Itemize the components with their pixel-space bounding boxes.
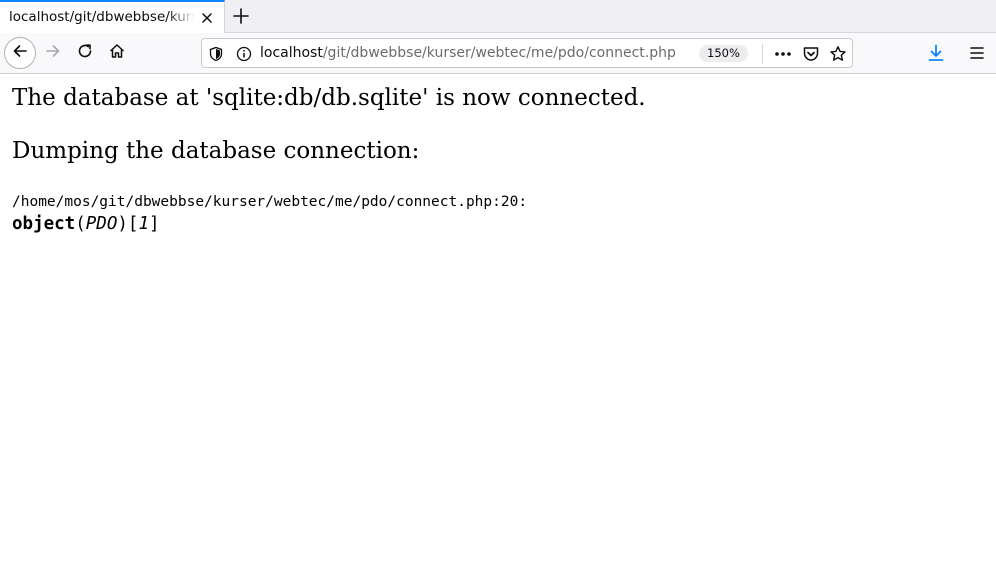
reload-button[interactable] [69, 37, 101, 69]
dump-index: 1 [138, 214, 149, 234]
tab-strip: localhost/git/dbwebbse/kurser/webtec/me/… [0, 0, 996, 33]
url-text[interactable]: localhost/git/dbwebbse/kurser/webtec/me/… [260, 45, 676, 61]
forward-button[interactable] [37, 37, 69, 69]
reload-icon [76, 42, 94, 64]
download-icon[interactable] [926, 43, 946, 63]
tab-active[interactable]: localhost/git/dbwebbse/kurser/webtec/me/… [0, 0, 225, 33]
dump-heading: Dumping the database connection: [12, 138, 420, 164]
url-host: localhost [260, 45, 323, 61]
dump-class: PDO [85, 214, 118, 234]
zoom-badge[interactable]: 150% [699, 45, 748, 62]
page-content: The database at 'sqlite:db/db.sqlite' is… [0, 74, 996, 562]
more-icon[interactable] [772, 45, 794, 63]
close-icon[interactable] [199, 10, 215, 26]
star-icon[interactable] [829, 45, 847, 63]
forward-arrow-icon [44, 42, 62, 64]
pocket-icon[interactable] [802, 45, 820, 63]
back-arrow-icon [11, 42, 29, 64]
hamburger-menu-icon[interactable] [967, 43, 987, 63]
shield-icon[interactable] [208, 46, 224, 62]
url-separator [762, 44, 763, 64]
connected-message: The database at 'sqlite:db/db.sqlite' is… [12, 85, 646, 111]
dump-keyword: object [12, 214, 76, 234]
tab-title: localhost/git/dbwebbse/kurser/webtec/me/… [9, 9, 195, 25]
home-icon [108, 42, 126, 64]
nav-bar: localhost/git/dbwebbse/kurser/webtec/me/… [0, 33, 996, 74]
address-bar[interactable]: localhost/git/dbwebbse/kurser/webtec/me/… [201, 38, 853, 68]
home-button[interactable] [101, 37, 133, 69]
dump-file-path: /home/mos/git/dbwebbse/kurser/webtec/me/… [12, 194, 528, 210]
dump-object: object(PDO)[1] [12, 214, 160, 234]
info-icon[interactable] [236, 46, 252, 62]
back-button[interactable] [4, 37, 36, 69]
url-path: /git/dbwebbse/kurser/webtec/me/pdo/conne… [322, 45, 676, 61]
plus-icon[interactable] [231, 6, 251, 26]
